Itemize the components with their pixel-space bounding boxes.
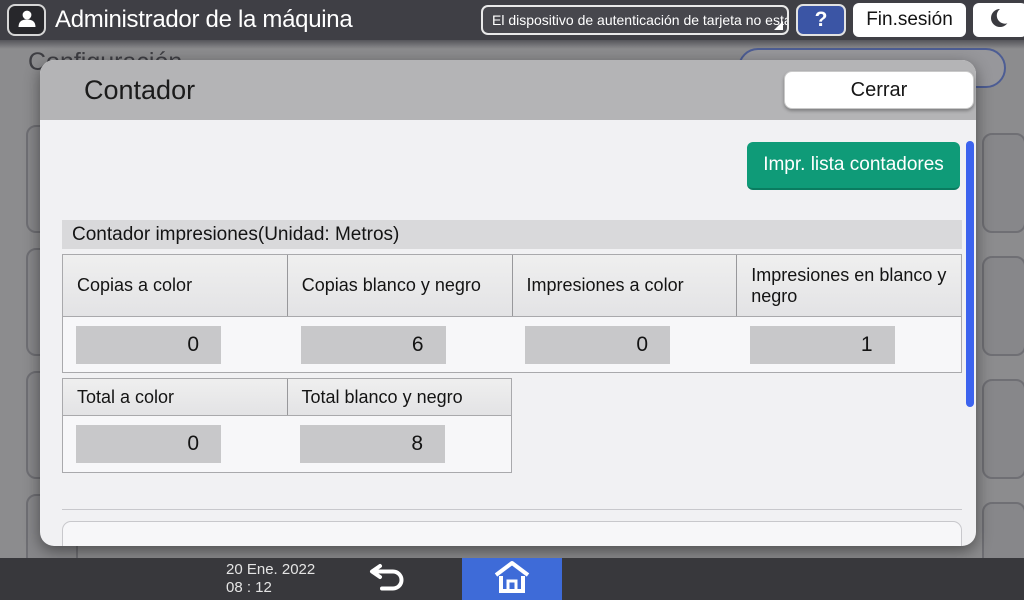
screen: Configuración Administrador de la máquin… [0,0,1024,600]
counter-value: 0 [76,325,221,364]
close-button[interactable]: Cerrar [784,71,974,109]
dialog-title: Contador [84,75,196,105]
counter-value: 8 [300,425,445,463]
column-header: Impresiones a color [511,255,737,316]
column-header: Impresiones en blanco y negro [736,255,961,316]
table-cell: 6 [288,317,513,372]
moon-icon [988,6,1014,35]
background-list-item [982,256,1024,356]
user-icon [16,8,38,33]
top-bar: Administrador de la máquina El dispositi… [0,0,1024,40]
sleep-mode-button[interactable] [973,3,1024,37]
section-title: Contador impresiones(Unidad: Metros) [62,220,962,249]
totals-table-values: 0 8 [63,416,511,472]
print-counter-list-button[interactable]: Impr. lista contadores [747,142,960,190]
user-account-button[interactable] [7,4,46,36]
back-icon [369,562,407,597]
counter-value: 0 [525,325,670,364]
status-message-text: El dispositivo de autenticación de tarje… [492,12,789,28]
table-cell: 0 [63,317,288,372]
table-cell: 8 [287,416,511,472]
help-button[interactable]: ? [796,4,846,36]
counter-table-header: Copias a color Copias blanco y negro Imp… [63,255,961,317]
table-cell: 0 [512,317,737,372]
status-message[interactable]: El dispositivo de autenticación de tarje… [481,5,789,35]
column-header: Copias a color [77,275,193,295]
dialog-header: Contador Cerrar [40,60,976,120]
column-header: Copias blanco y negro [286,255,512,316]
datetime: 20 Ene. 2022 08 : 12 [226,561,315,597]
date-text: 20 Ene. 2022 [226,561,316,578]
background-list-item [982,133,1024,233]
counter-value: 1 [749,325,895,364]
counter-value: 6 [300,325,446,364]
column-header: Total a color [77,386,175,407]
topbar-shadow [0,40,1024,49]
table-cell: 1 [737,317,962,372]
counter-table: Copias a color Copias blanco y negro Imp… [62,254,962,373]
back-button[interactable] [360,558,416,600]
bottom-bar: 20 Ene. 2022 08 : 12 [0,558,1024,600]
divider [62,509,962,510]
totals-table-header: Total a color Total blanco y negro [63,379,511,416]
table-cell: 0 [63,416,287,472]
home-icon [494,560,530,599]
expand-corner-icon [774,21,783,30]
totals-table: Total a color Total blanco y negro 0 8 [62,378,512,473]
next-section-partial [62,521,962,546]
counter-value: 0 [76,425,221,463]
logout-button[interactable]: Fin.sesión [853,3,966,37]
page-title: Administrador de la máquina [55,6,353,33]
scrollbar-thumb[interactable] [966,141,974,407]
home-button[interactable] [462,558,562,600]
counter-table-values: 0 6 0 1 [63,317,961,372]
background-list-item [982,379,1024,479]
time-text: 08 : 12 [226,579,272,596]
counter-dialog: Contador Cerrar Impr. lista contadores C… [40,60,976,546]
column-header: Total blanco y negro [286,379,512,415]
